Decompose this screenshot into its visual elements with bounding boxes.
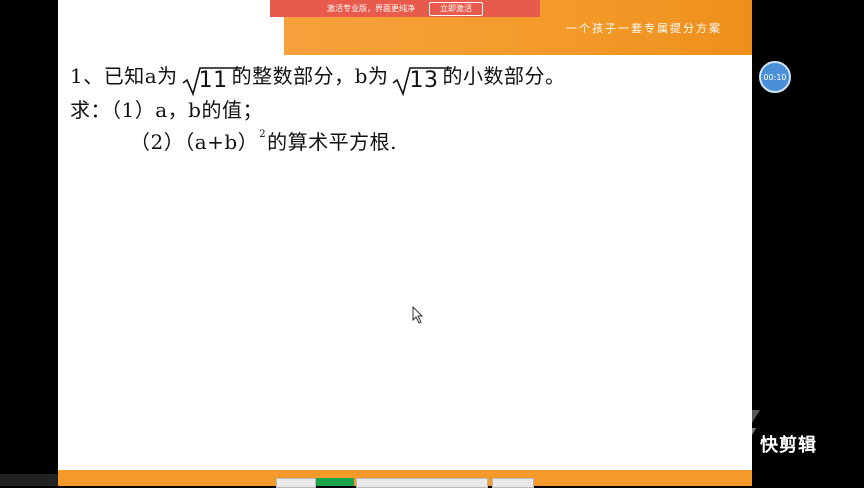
watermark-text: 快剪辑 — [760, 435, 817, 456]
problem-text: 的算术平方根. — [267, 130, 397, 154]
toolbar-control[interactable] — [356, 478, 488, 488]
mouse-cursor-icon — [412, 306, 424, 324]
problem-text: 的小数部分。 — [442, 64, 566, 88]
radical-sign-icon — [392, 67, 453, 96]
problem-line-3: （2）（a+b）2的算术平方根. — [130, 126, 397, 155]
problem-line-1: 1、已知a为 11 的整数部分，b为 13 的小数部分。 — [70, 60, 566, 96]
taskbar-left — [0, 474, 58, 486]
problem-line-2: 求：（1）a，b的值； — [70, 98, 263, 122]
activation-promo-bar: 激活专业版，界面更纯净 立即激活 — [270, 0, 540, 17]
toolbar-control[interactable] — [276, 478, 316, 488]
problem-text: 1、已知a为 — [70, 64, 178, 88]
banner-slogan: 一个孩子一套专属提分方案 — [566, 22, 722, 35]
problem-text: 的整数部分，b为 — [231, 64, 389, 88]
problem-text: （2）（a+b） — [130, 130, 259, 154]
toolbar-control[interactable] — [492, 478, 534, 488]
toolbar-active-control[interactable] — [316, 478, 354, 486]
slide-canvas: 一个孩子一套专属提分方案 1、已知a为 11 的整数部分，b为 13 的小数部分。 求：… — [58, 0, 752, 474]
sqrt-expression: 13 — [392, 66, 453, 96]
activate-button[interactable]: 立即激活 — [429, 1, 483, 16]
recording-timer[interactable]: 00:10 — [759, 61, 791, 93]
sqrt-expression: 11 — [182, 66, 242, 96]
exponent: 2 — [259, 129, 267, 140]
promo-message: 激活专业版，界面更纯净 — [327, 4, 415, 13]
radical-sign-icon — [182, 67, 242, 96]
